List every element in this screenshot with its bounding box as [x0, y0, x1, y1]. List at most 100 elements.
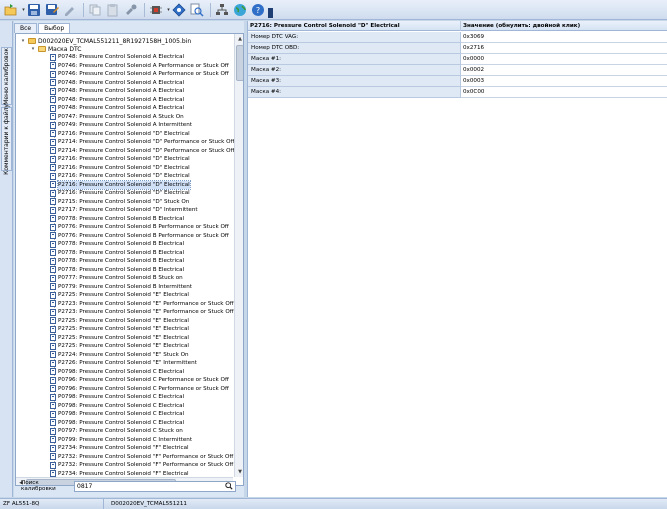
- search-input[interactable]: [74, 480, 236, 492]
- help-icon[interactable]: ?: [250, 2, 266, 18]
- tree-item[interactable]: P2714: Pressure Control Solenoid "D" Per…: [50, 138, 234, 146]
- tree-item[interactable]: P2732: Pressure Control Solenoid "F" Per…: [50, 461, 233, 469]
- tree-item[interactable]: P2715: Pressure Control Solenoid "D" Stu…: [50, 198, 189, 206]
- grid-row[interactable]: Маска #4: 0x0C00: [248, 87, 667, 98]
- tab-all[interactable]: Все: [14, 23, 38, 33]
- edit-icon[interactable]: [62, 2, 78, 18]
- save-as-icon[interactable]: [44, 2, 60, 18]
- scroll-down-icon[interactable]: ▼: [235, 467, 243, 477]
- tree-item[interactable]: P2723: Pressure Control Solenoid "E" Per…: [50, 300, 234, 308]
- grid-row-value[interactable]: 0x3069: [461, 32, 667, 43]
- tree-item[interactable]: P0776: Pressure Control Solenoid B Perfo…: [50, 232, 229, 240]
- tree-item[interactable]: P0747: Pressure Control Solenoid A Stuck…: [50, 113, 184, 121]
- globe-icon[interactable]: [232, 2, 248, 18]
- tree-item[interactable]: P2716: Pressure Control Solenoid "D" Ele…: [50, 130, 190, 138]
- tree-item[interactable]: P0746: Pressure Control Solenoid A Perfo…: [50, 62, 229, 70]
- tree-item[interactable]: P0778: Pressure Control Solenoid B Elect…: [50, 215, 184, 223]
- tree-item[interactable]: P0777: Pressure Control Solenoid B Stuck…: [50, 274, 183, 282]
- tree-item[interactable]: P0778: Pressure Control Solenoid B Elect…: [50, 266, 184, 274]
- tree-item[interactable]: P0798: Pressure Control Solenoid C Elect…: [50, 410, 184, 418]
- tree-item[interactable]: P0746: Pressure Control Solenoid A Perfo…: [50, 70, 229, 78]
- grid-row[interactable]: Маска #3: 0x0003: [248, 76, 667, 87]
- tree-item-label: P2715: Pressure Control Solenoid "D" Stu…: [58, 198, 190, 205]
- tree-item[interactable]: P2717: Pressure Control Solenoid "D" Int…: [50, 206, 198, 214]
- tree-item[interactable]: P0796: Pressure Control Solenoid C Perfo…: [50, 385, 229, 393]
- open-folder-icon[interactable]: [3, 2, 19, 18]
- tree-root-node[interactable]: ▾ D002020EV_TCMAL551211_8R1927158H_1005.…: [20, 37, 191, 45]
- tree-item[interactable]: P0748: Pressure Control Solenoid A Elect…: [50, 87, 184, 95]
- tree-item[interactable]: P0778: Pressure Control Solenoid B Elect…: [50, 249, 184, 257]
- tree-item[interactable]: P0799: Pressure Control Solenoid C Inter…: [50, 436, 192, 444]
- grid-row[interactable]: Маска #2: 0x0002: [248, 65, 667, 76]
- tree-item[interactable]: P0798: Pressure Control Solenoid C Elect…: [50, 419, 184, 427]
- tree-folder-node[interactable]: ▾ Маска DTC: [30, 45, 82, 53]
- network-icon[interactable]: [214, 2, 230, 18]
- tree-item[interactable]: P0798: Pressure Control Solenoid C Elect…: [50, 402, 184, 410]
- tool-icon[interactable]: [123, 2, 139, 18]
- tree-item[interactable]: P2716: Pressure Control Solenoid "D" Ele…: [50, 164, 190, 172]
- tree-item[interactable]: P0748: Pressure Control Solenoid A Elect…: [50, 53, 184, 61]
- tree-item[interactable]: P2714: Pressure Control Solenoid "D" Per…: [50, 147, 234, 155]
- tree-item[interactable]: P0797: Pressure Control Solenoid C Stuck…: [50, 427, 183, 435]
- collapse-icon[interactable]: ▾: [30, 46, 36, 52]
- toolbar-overflow-icon[interactable]: [268, 7, 273, 18]
- tree-item[interactable]: P2725: Pressure Control Solenoid "E" Ele…: [50, 317, 189, 325]
- tree-item[interactable]: P0778: Pressure Control Solenoid B Elect…: [50, 240, 184, 248]
- search-icon[interactable]: [224, 481, 234, 492]
- tree-item[interactable]: P0749: Pressure Control Solenoid A Inter…: [50, 121, 192, 129]
- chip-icon[interactable]: [148, 2, 164, 18]
- save-icon[interactable]: [26, 2, 42, 18]
- tree-item[interactable]: P2725: Pressure Control Solenoid "E" Ele…: [50, 291, 189, 299]
- tree-item[interactable]: P0778: Pressure Control Solenoid B Elect…: [50, 257, 184, 265]
- tree-item[interactable]: P2732: Pressure Control Solenoid "F" Per…: [50, 453, 233, 461]
- search-doc-icon[interactable]: [189, 2, 205, 18]
- tree-item[interactable]: P0779: Pressure Control Solenoid B Inter…: [50, 283, 192, 291]
- grid-row-value[interactable]: 0x2716: [461, 43, 667, 54]
- dtc-item-icon: [50, 317, 56, 324]
- tree-item[interactable]: P2716: Pressure Control Solenoid "D" Ele…: [50, 189, 190, 197]
- grid-row-value[interactable]: 0x0002: [461, 65, 667, 76]
- tree-item[interactable]: P0776: Pressure Control Solenoid B Perfo…: [50, 223, 229, 231]
- folder-icon: [28, 38, 36, 44]
- tab-calibration-menu[interactable]: Меню калибровок: [1, 47, 12, 105]
- grid-row[interactable]: Номер DTC OBD: 0x2716: [248, 43, 667, 54]
- grid-row[interactable]: Номер DTC VAG: 0x3069: [248, 32, 667, 43]
- tree-item[interactable]: P2725: Pressure Control Solenoid "E" Ele…: [50, 325, 189, 333]
- tree-item[interactable]: P0798: Pressure Control Solenoid C Elect…: [50, 368, 184, 376]
- dtc-item-icon: [50, 351, 56, 358]
- tree-item[interactable]: P0798: Pressure Control Solenoid C Elect…: [50, 393, 184, 401]
- tree-item[interactable]: P0796: Pressure Control Solenoid C Perfo…: [50, 376, 229, 384]
- grid-row-name: Маска #2:: [248, 65, 461, 76]
- tab-selection[interactable]: Выбор: [38, 23, 71, 33]
- collapse-icon[interactable]: ▾: [20, 38, 26, 44]
- tree-item[interactable]: P2724: Pressure Control Solenoid "E" Stu…: [50, 351, 189, 359]
- paste-icon[interactable]: [105, 2, 121, 18]
- tree-item[interactable]: P0748: Pressure Control Solenoid A Elect…: [50, 96, 184, 104]
- dtc-item-icon: [50, 62, 56, 69]
- tree-item[interactable]: P2726: Pressure Control Solenoid "E" Int…: [50, 359, 197, 367]
- tree-item[interactable]: P2725: Pressure Control Solenoid "E" Ele…: [50, 334, 189, 342]
- tree-item[interactable]: P2716: Pressure Control Solenoid "D" Ele…: [50, 155, 190, 163]
- tree-item[interactable]: P2725: Pressure Control Solenoid "E" Ele…: [50, 342, 189, 350]
- grid-row-value[interactable]: 0x0003: [461, 76, 667, 87]
- tab-file-comments[interactable]: Комментарии к файлу: [1, 104, 12, 174]
- grid-header-title[interactable]: P2716: Pressure Control Solenoid "D" Ele…: [248, 21, 461, 31]
- grid-row[interactable]: Маска #1: 0x0000: [248, 54, 667, 65]
- scroll-up-icon[interactable]: ▲: [235, 34, 243, 44]
- grid-header-value[interactable]: Значение (обнулить: двойной клик): [461, 21, 667, 31]
- tree-item[interactable]: P2723: Pressure Control Solenoid "E" Per…: [50, 308, 234, 316]
- grid-row-value[interactable]: 0x0C00: [461, 87, 667, 98]
- tree-item-label: P0778: Pressure Control Solenoid B Elect…: [58, 215, 185, 222]
- tree-item[interactable]: P2716: Pressure Control Solenoid "D" Ele…: [50, 172, 190, 180]
- copy-icon[interactable]: [87, 2, 103, 18]
- tree-item[interactable]: P0748: Pressure Control Solenoid A Elect…: [50, 104, 184, 112]
- diamond-icon[interactable]: [171, 2, 187, 18]
- calibration-tree[interactable]: ▾ D002020EV_TCMAL551211_8R1927158H_1005.…: [15, 33, 244, 486]
- scroll-thumb[interactable]: [236, 45, 243, 81]
- tree-vertical-scrollbar[interactable]: ▲ ▼: [234, 34, 243, 477]
- tree-item[interactable]: P2734: Pressure Control Solenoid "F" Ele…: [50, 444, 189, 452]
- grid-row-value[interactable]: 0x0000: [461, 54, 667, 65]
- tree-item[interactable]: P2716: Pressure Control Solenoid "D" Ele…: [50, 179, 191, 190]
- tree-item[interactable]: P0748: Pressure Control Solenoid A Elect…: [50, 79, 184, 87]
- dtc-item-icon: [50, 121, 56, 129]
